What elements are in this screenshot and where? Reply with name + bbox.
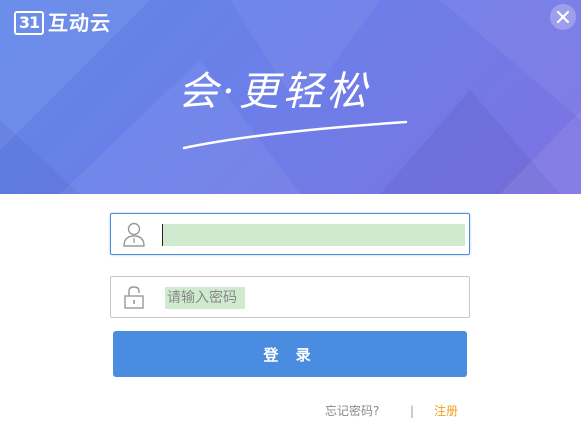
logo-mark: 31 — [14, 11, 44, 35]
link-separator: | — [410, 404, 415, 418]
logo-text: 互动云 — [48, 11, 111, 35]
username-input[interactable] — [162, 224, 465, 246]
slogan: 会·更轻松 — [170, 62, 420, 154]
password-field[interactable] — [110, 276, 470, 318]
login-button[interactable]: 登 录 — [113, 331, 467, 377]
forgot-password-link[interactable]: 忘记密码? — [325, 402, 379, 420]
user-icon — [123, 222, 145, 247]
footer-links: 忘记密码? | 注册 — [0, 402, 581, 420]
app-logo: 31 互动云 — [14, 10, 111, 36]
lock-icon — [124, 286, 144, 309]
close-button[interactable] — [550, 4, 576, 30]
username-field[interactable] — [110, 213, 470, 255]
header-banner: 31 互动云 会·更轻松 — [0, 0, 581, 194]
close-icon — [556, 10, 570, 24]
register-link[interactable]: 注册 — [434, 402, 458, 420]
password-input[interactable] — [165, 287, 245, 309]
slogan-swoosh — [182, 120, 408, 150]
